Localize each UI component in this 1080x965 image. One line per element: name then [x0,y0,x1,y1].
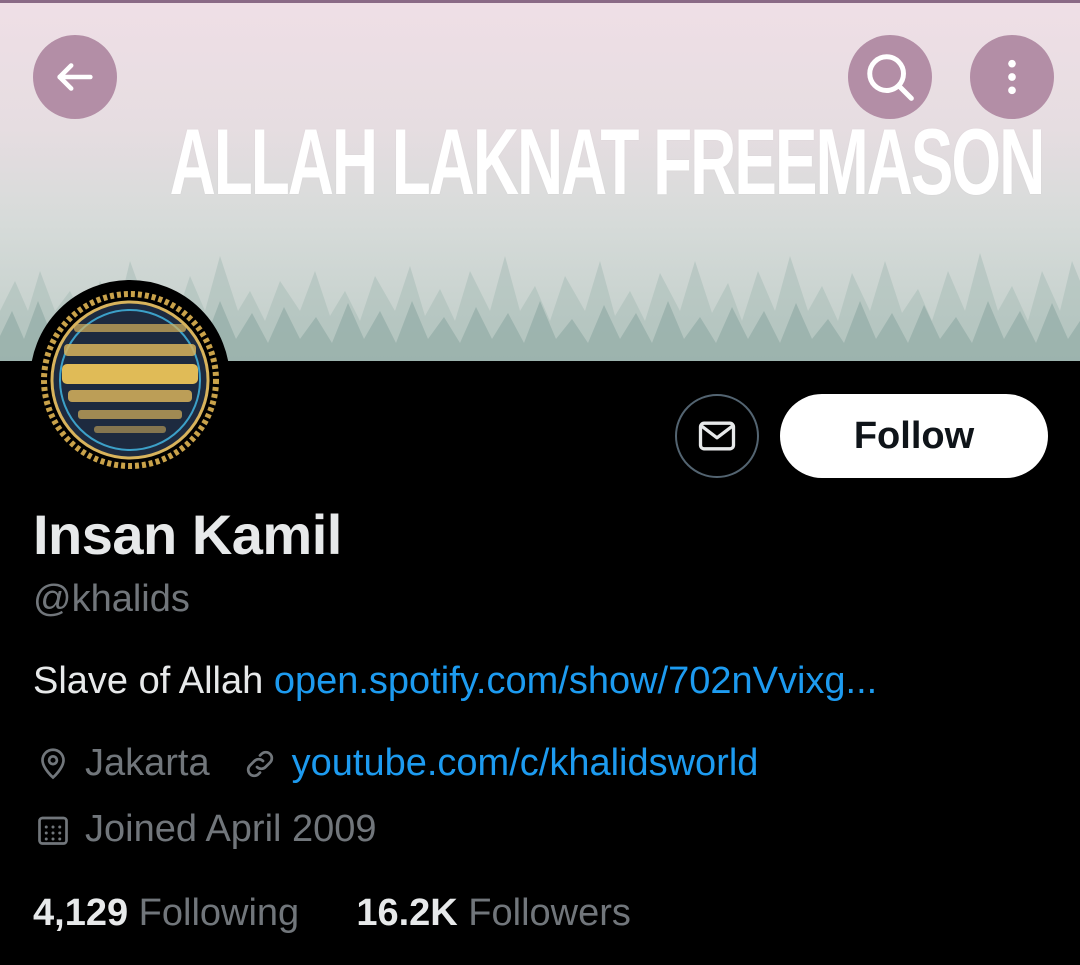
follow-stats: 4,129 Following 16.2K Followers [33,892,631,935]
profile-bio: Slave of Allah open.spotify.com/show/702… [33,660,877,703]
banner-text: ALLAH LAKNAT FREEMASON [169,109,1046,214]
more-options-button[interactable] [970,35,1054,119]
back-button[interactable] [33,35,117,119]
bio-text: Slave of Allah [33,660,264,702]
profile-website-link[interactable]: youtube.com/c/khalidsworld [292,742,759,785]
avatar[interactable] [30,280,230,480]
profile-meta-joined-row: Joined April 2009 [33,808,377,851]
calligraphy-seal-image [34,284,226,476]
profile-joined-date: Joined April 2009 [85,808,377,850]
calendar-icon [33,810,73,850]
followers-count: 16.2K [356,892,458,934]
search-button[interactable] [848,35,932,119]
search-icon [867,54,914,101]
message-button[interactable] [675,394,759,478]
profile-handle: @khalids [33,578,190,620]
location-pin-icon [33,744,73,784]
following-count: 4,129 [33,892,129,934]
followers-label: Followers [468,892,631,934]
following-link[interactable]: 4,129 Following [33,892,310,934]
link-icon [240,744,280,784]
profile-name: Insan Kamil [33,503,342,566]
following-label: Following [138,892,300,934]
followers-link[interactable]: 16.2K Followers [356,892,631,934]
profile-meta-location-row: Jakarta youtube.com/c/khalidsworld [33,742,758,785]
arrow-left-icon [57,63,93,91]
bio-link[interactable]: open.spotify.com/show/702nVvixg... [274,660,877,702]
more-vertical-icon [1008,59,1016,95]
profile-location: Jakarta [85,742,210,784]
mail-icon [698,421,736,451]
follow-button[interactable]: Follow [780,394,1048,478]
